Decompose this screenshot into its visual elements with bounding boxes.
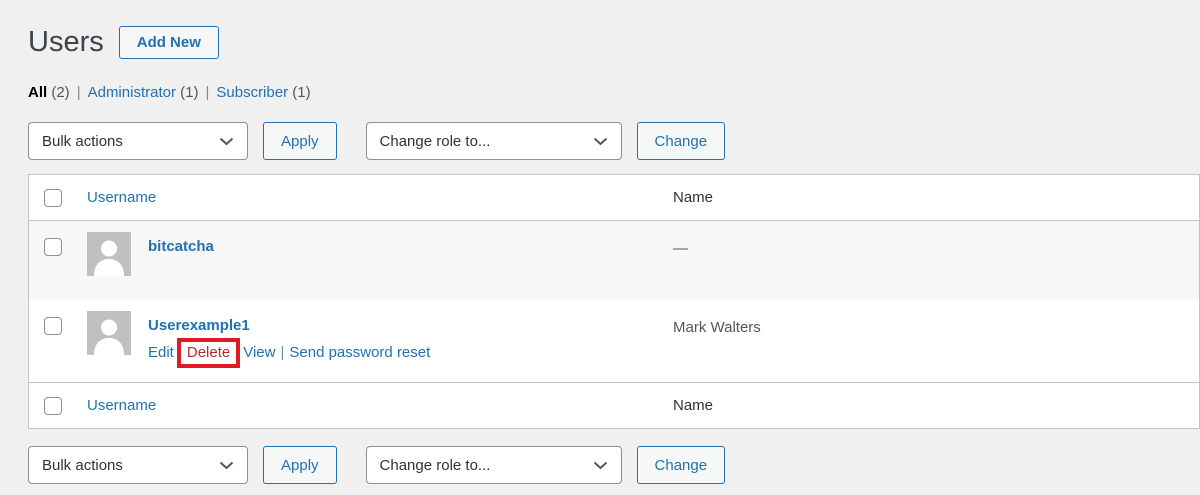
filter-subscriber[interactable]: Subscriber (1) (216, 84, 310, 101)
bulk-actions-selected-value: Bulk actions (42, 457, 123, 474)
footer-checkbox-cell (29, 396, 87, 414)
username-cell: Userexample1 Edit Delete View | Send passwor… (87, 300, 673, 382)
change-role-select[interactable]: Change role to... (366, 446, 622, 484)
row-checkbox[interactable] (44, 238, 62, 256)
name-value: — (673, 221, 1199, 300)
chevron-down-icon (219, 461, 234, 470)
edit-link[interactable]: Edit (148, 344, 174, 361)
delete-link[interactable]: Delete (187, 344, 230, 361)
tablenav-bottom: Bulk actions Apply Change role to... Cha… (28, 446, 1200, 484)
apply-button[interactable]: Apply (263, 122, 337, 160)
column-name-footer: Name (673, 397, 1199, 414)
filter-separator: | (77, 84, 81, 101)
row-checkbox[interactable] (44, 317, 62, 335)
page-title: Users (28, 25, 104, 60)
chevron-down-icon (219, 137, 234, 146)
user-avatar-icon (87, 311, 131, 355)
bulk-actions-select[interactable]: Bulk actions (28, 122, 248, 160)
send-password-reset-link[interactable]: Send password reset (289, 344, 430, 361)
header-username-cell: Username (87, 189, 673, 206)
filter-separator: | (205, 84, 209, 101)
table-header-row: Username Name (29, 175, 1199, 221)
table-row-userexample1: Userexample1 Edit Delete View | Send passwor… (29, 300, 1199, 382)
apply-button[interactable]: Apply (263, 446, 337, 484)
users-admin-page: Users Add New All (2) | Administrator (1) |… (0, 0, 1200, 484)
page-header: Users Add New (28, 24, 1200, 61)
row-checkbox-cell (29, 221, 87, 300)
bulk-actions-select[interactable]: Bulk actions (28, 446, 248, 484)
chevron-down-icon (593, 137, 608, 146)
delete-highlight-box: Delete (177, 338, 240, 368)
add-new-button[interactable]: Add New (119, 26, 219, 59)
user-avatar-icon (87, 232, 131, 276)
footer-username-cell: Username (87, 397, 673, 414)
header-checkbox-cell (29, 188, 87, 206)
filter-administrator-label: Administrator (88, 84, 176, 101)
username-cell: bitcatcha (87, 221, 673, 300)
view-link[interactable]: View (243, 344, 275, 361)
table-footer-row: Username Name (29, 382, 1199, 428)
user-role-filters: All (2) | Administrator (1) | Subscriber (1) (28, 82, 1200, 103)
select-all-checkbox[interactable] (44, 189, 62, 207)
column-username-sort[interactable]: Username (87, 397, 156, 414)
tablenav-top: Bulk actions Apply Change role to... Cha… (28, 122, 1200, 160)
bulk-actions-selected-value: Bulk actions (42, 133, 123, 150)
filter-all[interactable]: All (2) (28, 84, 70, 101)
username-link[interactable]: bitcatcha (148, 238, 214, 255)
filter-subscriber-label: Subscriber (216, 84, 288, 101)
change-role-selected-value: Change role to... (380, 133, 491, 150)
users-table: Username Name bitcatcha — (28, 174, 1200, 429)
filter-all-count: (2) (51, 84, 69, 101)
change-button[interactable]: Change (637, 446, 726, 484)
filter-administrator[interactable]: Administrator (1) (88, 84, 199, 101)
table-row-bitcatcha: bitcatcha — (29, 221, 1199, 300)
column-username-sort[interactable]: Username (87, 189, 156, 206)
filter-administrator-count: (1) (180, 84, 198, 101)
name-value: Mark Walters (673, 300, 1199, 382)
filter-subscriber-count: (1) (292, 84, 310, 101)
username-link[interactable]: Userexample1 (148, 317, 250, 334)
row-checkbox-cell (29, 300, 87, 382)
change-button[interactable]: Change (637, 122, 726, 160)
change-role-selected-value: Change role to... (380, 457, 491, 474)
chevron-down-icon (593, 461, 608, 470)
column-name-header: Name (673, 189, 1199, 206)
row-actions: Edit Delete View | Send password reset (148, 344, 430, 362)
select-all-checkbox[interactable] (44, 397, 62, 415)
filter-all-label: All (28, 84, 47, 101)
row-actions-separator: | (280, 344, 284, 361)
change-role-select[interactable]: Change role to... (366, 122, 622, 160)
